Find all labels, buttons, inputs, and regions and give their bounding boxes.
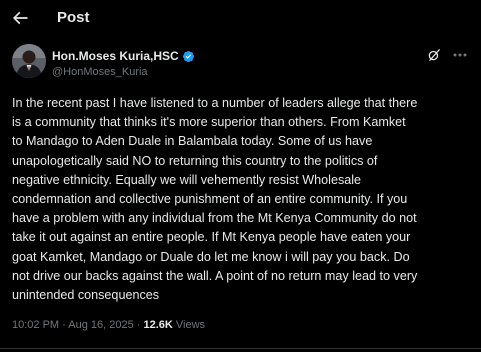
author-handle[interactable]: @HonMoses_Kuria <box>52 65 148 79</box>
views-label: Views <box>172 319 206 331</box>
meta-separator: · <box>59 319 69 331</box>
tweet-text: In the recent past I have listened to a … <box>12 96 418 303</box>
tweet-meta: 10:02 PM · Aug 16, 2025 · 12.6K Views <box>12 317 205 333</box>
verified-badge-icon <box>182 50 194 62</box>
page-title: Post <box>57 9 90 26</box>
views-count: 12.6K <box>143 319 173 331</box>
more-horizontal-icon[interactable] <box>452 49 468 61</box>
avatar-image <box>12 44 46 78</box>
tweet-time[interactable]: 10:02 PM <box>12 319 59 331</box>
top-bar: Post <box>0 0 481 36</box>
avatar[interactable] <box>12 44 46 78</box>
tweet-date[interactable]: Aug 16, 2025 <box>68 319 133 331</box>
author-display-name[interactable]: Hon.Moses Kuria,HSC <box>52 48 179 64</box>
divider <box>0 348 481 349</box>
grok-icon[interactable] <box>427 48 441 62</box>
meta-separator: · <box>133 319 144 331</box>
author-row: Hon.Moses Kuria,HSC @HonMoses_Kuria <box>0 44 481 84</box>
display-name-wrap: Hon.Moses Kuria,HSC <box>52 48 195 64</box>
arrow-left-icon[interactable] <box>10 8 30 28</box>
